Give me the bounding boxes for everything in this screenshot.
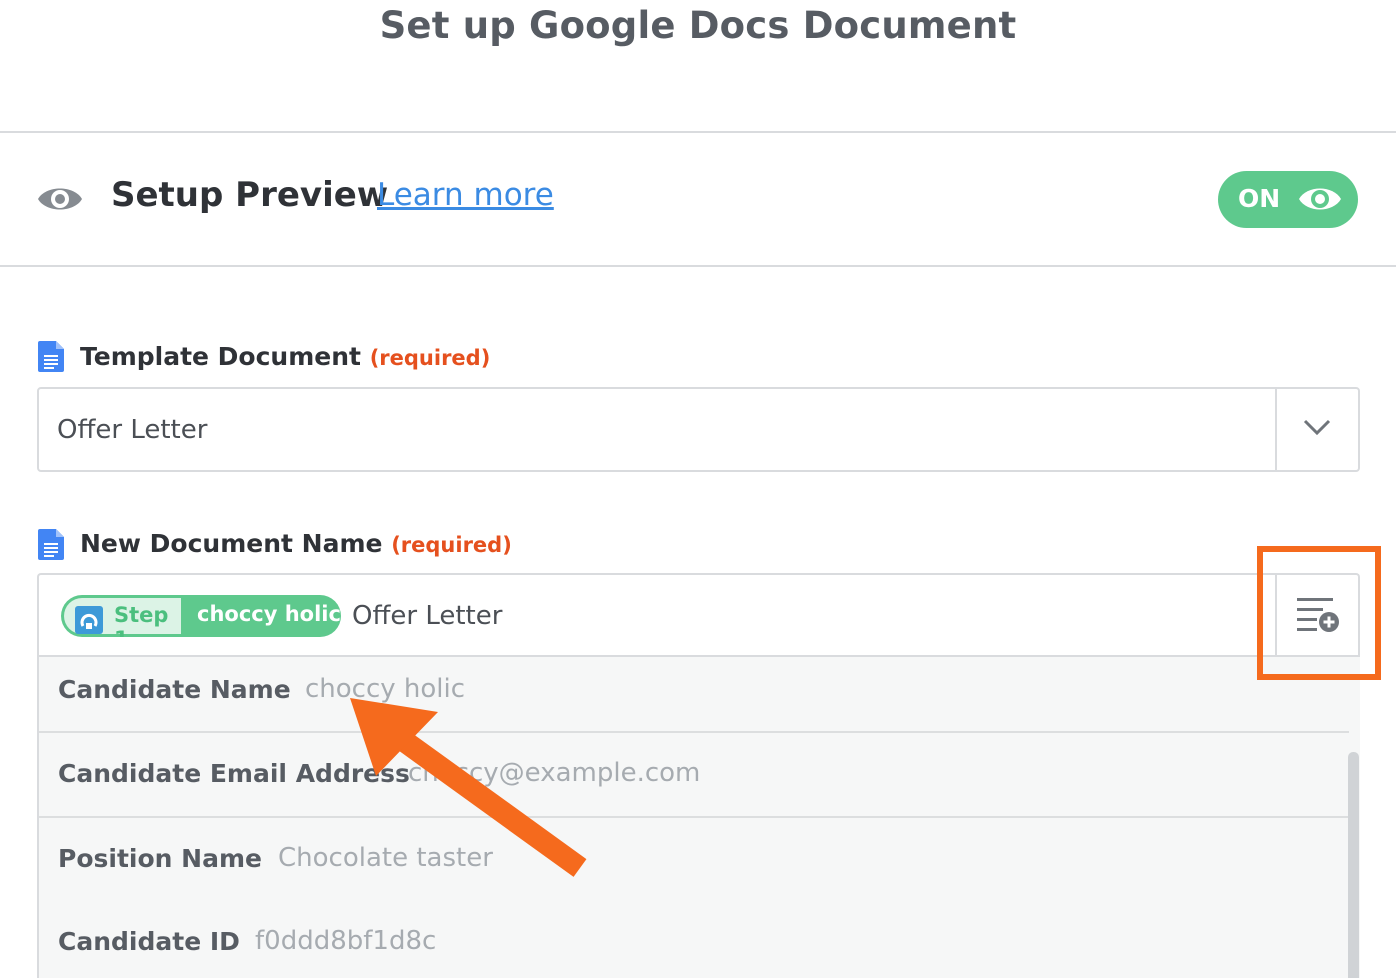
dropdown-option[interactable]: Candidate Email Address choccy@example.c…: [39, 733, 1349, 816]
field-pill[interactable]: Step 1 choccy holic: [61, 595, 341, 637]
divider-top: [0, 131, 1396, 133]
option-label: Candidate Name: [58, 675, 291, 704]
new-document-name-input[interactable]: Step 1 choccy holic Offer Letter: [37, 573, 1360, 657]
google-doc-icon: [38, 341, 64, 372]
template-document-label: Template Document (required): [80, 342, 490, 371]
eye-icon: [38, 188, 82, 210]
new-document-name-text: Offer Letter: [352, 601, 503, 631]
option-value: choccy@example.com: [408, 758, 701, 788]
option-value: choccy holic: [305, 674, 466, 704]
dropdown-scrollbar[interactable]: [1348, 752, 1359, 978]
new-document-name-label-text: New Document Name: [80, 529, 383, 558]
eye-icon: [1299, 188, 1341, 210]
preview-toggle[interactable]: ON: [1218, 171, 1358, 228]
field-dropdown: Candidate Name choccy holic Candidate Em…: [37, 655, 1360, 978]
insert-field-icon: [1297, 598, 1339, 632]
insert-field-button[interactable]: [1277, 575, 1358, 657]
learn-more-link[interactable]: Learn more: [377, 177, 554, 213]
page-title: Set up Google Docs Document: [379, 4, 1017, 47]
pill-step-section: Step 1: [64, 598, 181, 637]
required-marker: (required): [369, 346, 491, 370]
new-document-name-label: New Document Name (required): [80, 529, 512, 558]
app-icon: [75, 606, 103, 634]
template-document-select[interactable]: Offer Letter: [37, 387, 1360, 472]
dropdown-option[interactable]: Candidate Name choccy holic: [39, 657, 1349, 731]
google-doc-icon: [38, 529, 64, 560]
option-label: Position Name: [58, 844, 262, 873]
template-document-label-text: Template Document: [80, 342, 361, 371]
option-label: Candidate ID: [58, 927, 240, 956]
option-value: f0ddd8bf1d8c: [255, 926, 437, 956]
setup-page: Set up Google Docs Document Setup Previe…: [0, 0, 1400, 978]
pill-step-label: Step 1: [114, 603, 169, 637]
setup-preview-title: Setup Preview: [111, 175, 389, 215]
toggle-label: ON: [1238, 184, 1281, 213]
template-document-value: Offer Letter: [57, 415, 208, 445]
pill-value: choccy holic: [197, 602, 341, 626]
divider-header: [0, 265, 1396, 267]
option-label: Candidate Email Address: [58, 759, 410, 788]
dropdown-option[interactable]: Candidate ID f0ddd8bf1d8c: [39, 901, 1349, 978]
select-divider: [1275, 389, 1277, 470]
required-marker: (required): [391, 533, 512, 557]
dropdown-option[interactable]: Position Name Chocolate taster: [39, 818, 1349, 901]
option-value: Chocolate taster: [278, 843, 493, 873]
chevron-down-icon[interactable]: [1302, 416, 1332, 438]
